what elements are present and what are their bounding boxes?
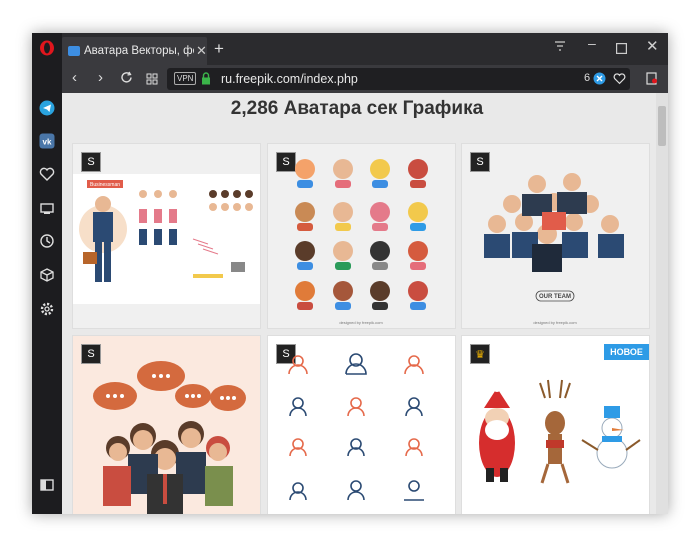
browser-window: vk Аватара Векторы, фото и ✕ + [32,33,668,514]
toolbar: ‹ › VPN ru.freepik.com/index.php 6 [62,65,668,93]
speed-dial-icon[interactable] [146,72,158,90]
bookmark-heart-icon[interactable] [613,72,626,90]
christmas-characters-image [479,379,641,484]
opera-logo-icon[interactable] [37,38,57,58]
scrollbar[interactable] [656,93,668,514]
new-tab-button[interactable]: + [214,39,224,59]
tab-menu-icon[interactable] [554,39,566,55]
sidebar-toggle-icon[interactable] [37,475,57,495]
reload-icon[interactable] [120,71,133,89]
result-card[interactable]: ♛ НОВОЕ [461,335,650,514]
snapshot-toolbar-icon[interactable] [646,72,658,90]
result-card[interactable]: S Businessman [72,143,261,329]
credit-text: designed by freepik.com [339,320,383,325]
businessman-caption: Businessman [90,182,120,188]
credit-text: designed by freepik.com [533,320,577,325]
extensions-icon[interactable] [37,265,57,285]
telegram-icon[interactable] [37,98,57,118]
back-icon[interactable]: ‹ [72,69,77,86]
tab-title: Аватара Векторы, фото и [84,45,194,57]
vpn-badge[interactable]: VPN [174,72,197,85]
lock-icon[interactable] [201,72,211,90]
crown-icon: ♛ [470,344,490,364]
svg-text:vk: vk [43,138,52,147]
maximize-icon[interactable] [616,41,628,57]
result-card[interactable]: S OUR TEAM designed by freepik.com [461,143,650,329]
sidebar: vk [32,33,62,514]
premium-badge-icon: S [81,152,101,172]
page-title: 2,286 Аватара сек Графика [230,98,484,119]
address-bar[interactable]: VPN ru.freepik.com/index.php 6 [167,68,630,90]
result-card[interactable]: S [267,335,456,514]
vk-icon[interactable]: vk [37,131,57,151]
tab-active[interactable]: Аватара Векторы, фото и ✕ [62,37,207,65]
result-card[interactable]: S designed by freepik.com [267,143,456,329]
scrollbar-thumb[interactable] [658,106,666,146]
close-window-icon[interactable]: ✕ [646,37,659,55]
settings-icon[interactable] [37,299,57,319]
tab-bar: Аватара Векторы, фото и ✕ + – ✕ [62,33,668,65]
our-team-image: OUR TEAM designed by freepik.com [484,173,624,325]
minimize-icon[interactable]: – [588,35,596,51]
heart-icon[interactable] [37,164,57,184]
new-badge: НОВОЕ [604,344,649,360]
businessman-image: Businessman [73,174,260,304]
adblock-icon[interactable] [593,72,606,90]
user-icons-set-image [288,353,424,501]
freepik-favicon-icon [68,46,80,56]
forward-icon[interactable]: › [98,69,103,86]
page-content: 2,286 Аватара сек Графика S Businessman [62,93,668,514]
our-team-label: OUR TEAM [539,294,571,300]
url-text[interactable]: ru.freepik.com/index.php [221,72,358,86]
avatar-faces-image: designed by freepik.com [295,159,428,325]
close-tab-icon[interactable]: ✕ [196,43,207,59]
speech-bubbles-people-image [93,361,246,514]
history-icon[interactable] [37,231,57,251]
snapshot-icon[interactable] [37,198,57,218]
result-card[interactable]: S [72,335,261,514]
adblock-count[interactable]: 6 [584,72,590,84]
